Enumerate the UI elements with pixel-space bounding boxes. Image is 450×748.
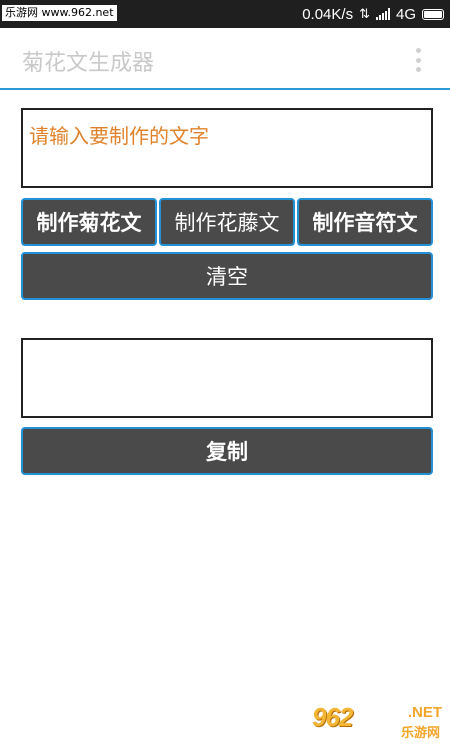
app-title: 菊花文生成器: [22, 51, 155, 76]
signal-strength-icon: [375, 8, 390, 20]
status-indicators: 0.04K/s ⇅ 4G: [302, 0, 444, 28]
data-transfer-icon: ⇅: [359, 6, 370, 21]
output-textarea[interactable]: [21, 338, 433, 418]
battery-icon: [422, 8, 444, 20]
make-huateng-button[interactable]: 制作花藤文: [159, 198, 295, 246]
watermark-logo-number: 962: [312, 702, 353, 732]
watermark-top: 乐游网 www.962.net: [2, 5, 117, 21]
clear-button[interactable]: 清空: [21, 252, 433, 300]
input-text: 请输入要制作的文字: [29, 124, 209, 148]
watermark-logo: 962 .NET 乐游网: [312, 702, 444, 742]
make-yinfu-button[interactable]: 制作音符文: [297, 198, 433, 246]
watermark-logo-cn: 乐游网: [400, 726, 440, 741]
network-speed: 0.04K/s: [302, 5, 354, 23]
action-bar: 菊花文生成器: [0, 28, 450, 90]
overflow-menu-icon[interactable]: [416, 48, 422, 72]
network-type: 4G: [395, 5, 416, 23]
watermark-logo-net: .NET: [407, 704, 442, 721]
copy-button[interactable]: 复制: [21, 427, 433, 475]
make-juhua-button[interactable]: 制作菊花文: [21, 198, 157, 246]
status-bar: 乐游网 www.962.net 0.04K/s ⇅ 4G: [0, 0, 450, 28]
input-textarea[interactable]: 请输入要制作的文字: [21, 108, 433, 188]
